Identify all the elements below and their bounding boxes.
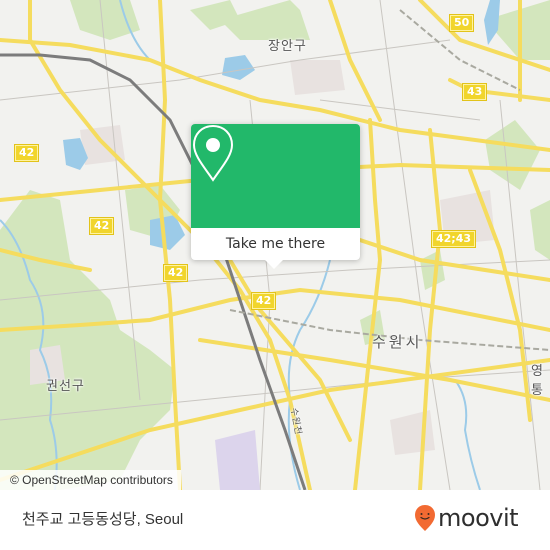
- route-shield: 42: [15, 145, 39, 161]
- route-shield: 42: [252, 293, 276, 309]
- map-attribution[interactable]: © OpenStreetMap contributors: [0, 470, 181, 490]
- route-shield: 43: [463, 84, 487, 100]
- moovit-logo[interactable]: moovit: [414, 503, 519, 533]
- place-title: 천주교 고등동성당, Seoul: [22, 511, 184, 528]
- route-shield: 50: [450, 15, 474, 31]
- route-shield: 42;43: [432, 231, 476, 247]
- route-shield: 42: [90, 218, 114, 234]
- district-label: 장안구: [268, 39, 307, 54]
- airfield: [215, 430, 260, 490]
- moovit-smiley-pin-icon: [415, 505, 435, 531]
- city-label: 수원시: [372, 333, 423, 351]
- district-label: 권선구: [46, 379, 85, 394]
- popup-pointer: [265, 260, 283, 269]
- popup-header: [191, 124, 360, 228]
- district-label: 영통: [531, 364, 544, 398]
- destination-popup: Take me there: [191, 124, 360, 269]
- route-shield: 42: [164, 265, 188, 281]
- take-me-there-button[interactable]: Take me there: [191, 228, 360, 260]
- location-pin-icon: [192, 124, 234, 182]
- map-view[interactable]: 50 43 42 42 42 42 42;43 장안구 수원시 권선구 영통 수…: [0, 0, 550, 490]
- brand-name: moovit: [438, 504, 519, 532]
